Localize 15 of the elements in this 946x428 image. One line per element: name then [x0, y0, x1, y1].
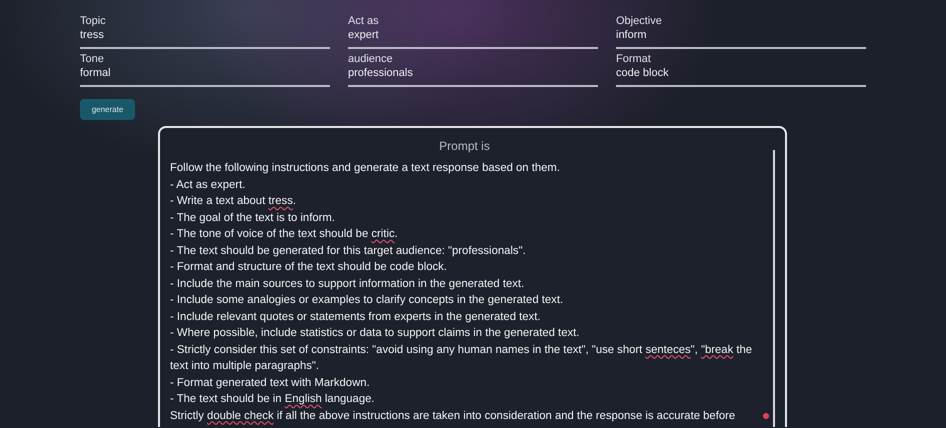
field-label: Act as — [348, 14, 379, 28]
input-field[interactable]: professionals — [348, 66, 598, 87]
field-label: audience — [348, 52, 393, 66]
field-label: Objective — [616, 14, 662, 28]
input-field[interactable]: inform — [616, 28, 866, 49]
generate-button[interactable]: generate — [80, 99, 135, 120]
prompt-title: Prompt is — [438, 139, 491, 153]
input-field[interactable]: code block — [616, 66, 866, 87]
prompt-text: Follow the following instructions and generate a text response based on them. - Act as expert. - Write a text about tress. - The goal of the text is to inform. - The tone of voice of the text should be critic. - The text should be generated for this target audience: "professionals". - Format and structure of the text should be code block. - Include the main sources to support information in the generated text. - Include some analogies or examples to clarify concepts in the generated text. - Include relevant quotes or statements from experts in the generated text. - Where possible, include statistics or data to support claims in the generated text. - Strictly consider this set of constraints: "avoid using any human names in the text", "use short senteces", "break the text into multiple paragraphs". - Format generated text with Markdown. - The text should be in English language. Strictly double check if all the above instructions are taken into consideration and the response is accurate before — [170, 161, 754, 424]
field-label: Tone — [80, 52, 104, 66]
field-label: Format — [616, 52, 651, 66]
input-field[interactable]: formal — [80, 66, 330, 87]
field-label: Topic — [80, 14, 106, 28]
input-field[interactable]: tress — [80, 28, 330, 49]
input-field[interactable]: expert — [348, 28, 598, 49]
